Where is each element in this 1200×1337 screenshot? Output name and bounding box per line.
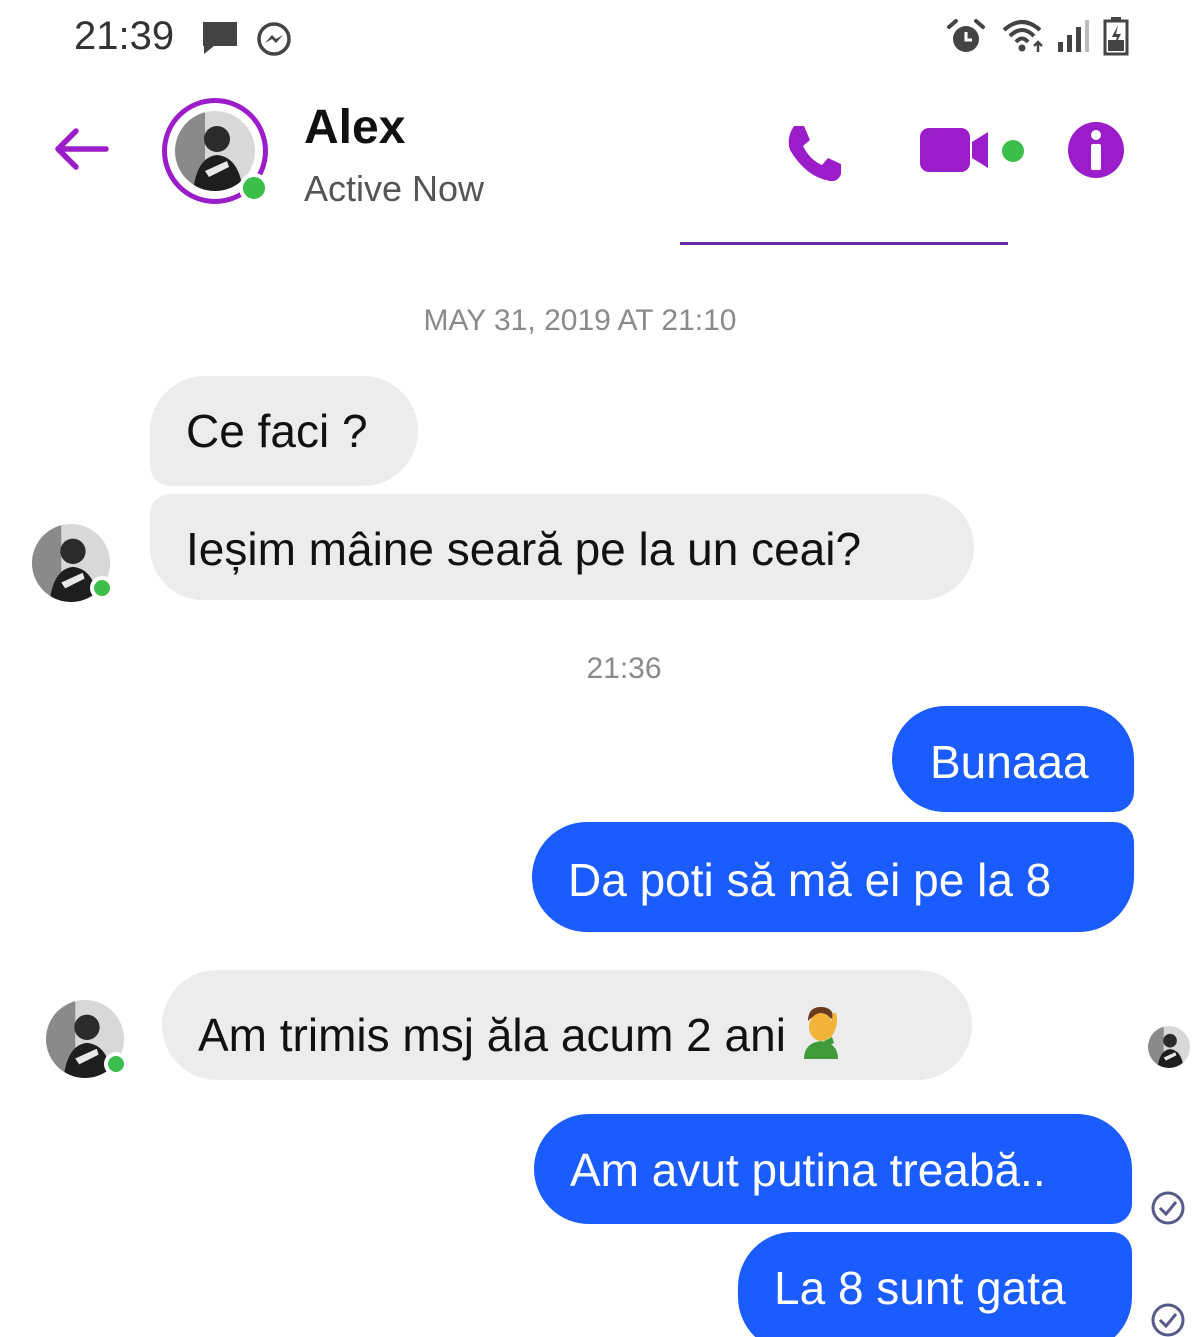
alarm-icon	[947, 19, 985, 52]
incoming-message-bubble[interactable]: Ce faci ?	[150, 376, 418, 486]
sender-avatar[interactable]	[32, 524, 114, 602]
info-icon[interactable]	[1066, 120, 1126, 180]
video-camera-icon[interactable]	[918, 124, 992, 176]
sender-avatar[interactable]	[46, 1000, 128, 1078]
contact-name[interactable]: Alex	[304, 100, 405, 155]
outgoing-message-bubble[interactable]: Am avut putina treabă..	[534, 1114, 1132, 1224]
message-timestamp: MAY 31, 2019 AT 21:10	[423, 304, 737, 337]
man-facepalming-emoji	[803, 1007, 838, 1059]
wifi-icon	[1002, 20, 1043, 52]
contact-status: Active Now	[304, 168, 485, 209]
delivered-check-icon	[1151, 1191, 1185, 1225]
online-indicator	[239, 173, 269, 203]
contact-avatar[interactable]	[162, 98, 269, 204]
outgoing-message-bubble[interactable]: La 8 sunt gata	[738, 1232, 1132, 1337]
outgoing-message-bubble[interactable]: Da poti să mă ei pe la 8	[532, 822, 1134, 932]
back-arrow-icon[interactable]	[50, 126, 110, 172]
outgoing-message-bubble[interactable]: Bunaaa	[892, 706, 1134, 812]
incoming-message-bubble[interactable]: Ieșim mâine seară pe la un ceai?	[150, 494, 974, 600]
online-indicator	[90, 576, 114, 600]
video-active-dot	[1002, 140, 1024, 162]
messenger-chat-screen: 21:39 Alex Active Now MAY 31, 2019 AT 21…	[0, 0, 1200, 1337]
status-bar: 21:39	[0, 0, 1200, 80]
message-text: Am trimis msj ăla acum 2 ani	[198, 1009, 786, 1061]
messenger-icon	[257, 22, 291, 56]
phone-icon[interactable]	[780, 120, 846, 186]
header-underline	[680, 242, 1008, 245]
read-receipt-avatar	[1148, 1026, 1190, 1068]
message-timestamp: 21:36	[586, 652, 662, 685]
battery-icon	[1103, 17, 1129, 56]
status-time: 21:39	[74, 14, 175, 58]
incoming-message-bubble[interactable]: Am trimis msj ăla acum 2 ani	[162, 970, 972, 1080]
chat-icon	[203, 22, 237, 54]
conversation-header: Alex Active Now	[0, 80, 1200, 250]
signal-icon	[1058, 20, 1089, 52]
online-indicator	[104, 1052, 128, 1076]
delivered-check-icon	[1151, 1303, 1185, 1337]
avatar-photo	[1148, 1026, 1190, 1068]
